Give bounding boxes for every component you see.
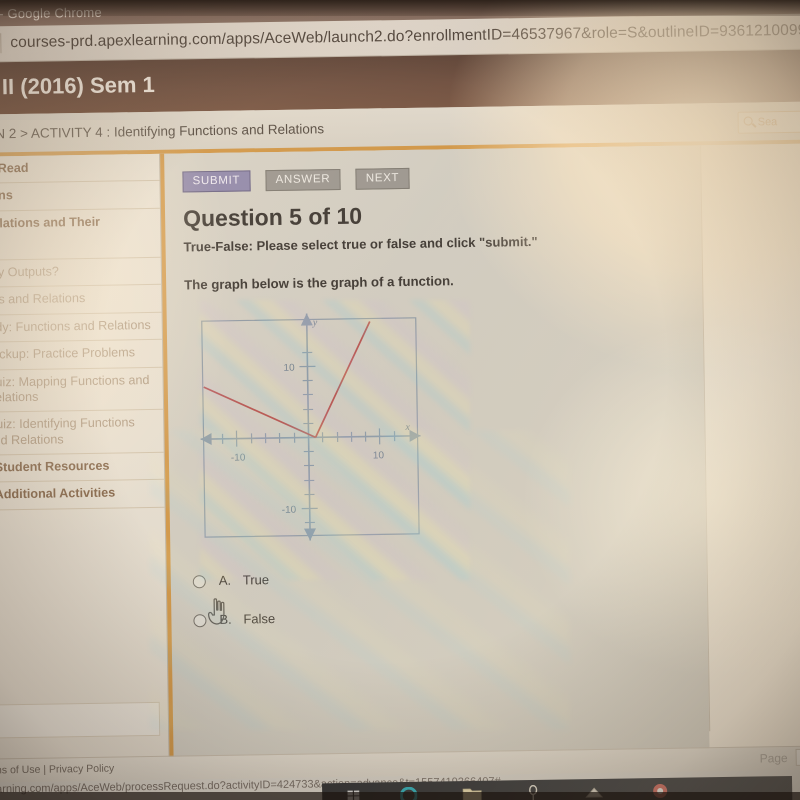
answer-button[interactable]: ANSWER [265,168,341,192]
submit-button[interactable]: SUBMIT [182,170,251,193]
page-body: to Read tions Relations and Their any Ou… [0,143,800,762]
url-text[interactable]: courses-prd.apexlearning.com/apps/AceWeb… [10,22,800,53]
search-box[interactable]: Sea [737,110,800,134]
sidebar-item-8[interactable]: Quiz: Identifying Functions and Relation… [0,410,164,457]
sidebar-item-label: tudy: Functions and Relations [0,317,151,335]
sidebar-item-label: any Outputs? [0,264,59,280]
x-axis [200,434,421,440]
question-stem: The graph below is the graph of a functi… [184,273,454,293]
x-axis-label: x [404,422,410,433]
omnibox-divider [0,33,2,54]
sidebar-item-label: heckup: Practice Problems [0,345,136,362]
y-axis-label: y [312,317,318,328]
sidebar-item-label: : Student Resources [0,458,110,475]
sidebar-item-7[interactable]: Quiz: Mapping Functions and Relations [0,367,164,414]
choice-b[interactable]: B. False [193,610,275,649]
sidebar-item-5[interactable]: tudy: Functions and Relations [0,312,163,344]
y-tick-label-neg10: -10 [282,505,297,516]
x-tick-label-neg10: -10 [231,452,246,463]
sidebar-item-3[interactable]: any Outputs? [0,257,162,289]
windows-start-icon[interactable] [346,789,361,800]
sidebar-item-label: ons and Relations [0,291,86,308]
y-axis-bottom-arrow [304,528,317,541]
photographed-screen: g - Google Chrome ‹ courses-prd.apexlear… [0,0,800,800]
cortana-search-icon[interactable] [400,786,418,800]
x-axis-left-arrow [200,433,212,446]
sidebar-item-2[interactable]: Relations and Their [0,208,161,262]
sidebar-item-label: to Read [0,160,29,176]
question-toolbar: SUBMIT ANSWER NEXT [182,167,420,193]
x-axis-right-arrow [409,429,421,442]
monitor-screen: g - Google Chrome ‹ courses-prd.apexlear… [0,0,800,800]
course-title: ra II (2016) Sem 1 [0,71,155,100]
sidebar-item-0[interactable]: to Read [0,153,160,185]
search-input-placeholder[interactable]: Sea [758,116,778,128]
function-graph: -10 10 10 -10 y x [199,312,423,542]
content-right-gutter [700,143,800,750]
file-explorer-icon[interactable] [462,787,482,800]
sidebar-item-label: Quiz: Identifying Functions and Relation… [0,415,135,448]
footer-links[interactable]: erms of Use | Privacy Policy [0,763,114,777]
page-number-input[interactable] [795,748,800,766]
sidebar-item-4[interactable]: ons and Relations [0,285,162,316]
choice-a[interactable]: A. True [192,571,269,610]
question-instruction: True-False: Please select true or false … [183,233,538,255]
choice-a-letter: A. [218,572,232,588]
sidebar-item-label: Quiz: Mapping Functions and Relations [0,372,150,405]
sidebar-item-label: Relations and Their [0,214,101,231]
sidebar-item-6[interactable]: heckup: Practice Problems [0,339,163,371]
x-tick-label-10: 10 [373,450,385,461]
sidebar-item-10[interactable]: : Additional Activities [0,480,165,511]
graph-svg: -10 10 10 -10 y x [200,313,421,541]
hand-cursor-icon [207,598,225,625]
breadcrumb[interactable]: SON 2 > ACTIVITY 4 : Identifying Functio… [0,121,324,141]
sidebar-item-1[interactable]: tions [0,181,160,212]
page-label: Page [759,751,788,766]
question-content-panel: SUBMIT ANSWER NEXT Question 5 of 10 True… [160,145,710,758]
browser-tab-title[interactable]: g - Google Chrome [0,5,102,22]
search-icon [743,116,753,126]
choice-a-label[interactable]: True [243,572,269,587]
next-button[interactable]: NEXT [355,167,410,190]
sidebar-item-label: tions [0,188,13,203]
choice-b-label[interactable]: False [243,611,275,626]
y-axis [305,313,311,541]
sidebar-item-label: : Additional Activities [0,485,116,502]
chrome-app-icon[interactable] [652,783,668,799]
page-title: Question 5 of 10 [182,202,363,232]
course-outline-sidebar[interactable]: to Read tions Relations and Their any Ou… [0,153,170,762]
graph-right-branch [314,321,371,438]
y-tick-label-10: 10 [283,363,295,374]
sidebar-empty-panel [0,701,161,739]
onedrive-icon[interactable] [584,785,604,799]
answer-choices: A. True B. False [192,571,275,649]
graph-left-branch [203,386,316,439]
sidebar-item-9[interactable]: : Student Resources [0,452,165,484]
radio-button-a[interactable] [192,575,206,589]
office-icon[interactable] [526,784,540,800]
